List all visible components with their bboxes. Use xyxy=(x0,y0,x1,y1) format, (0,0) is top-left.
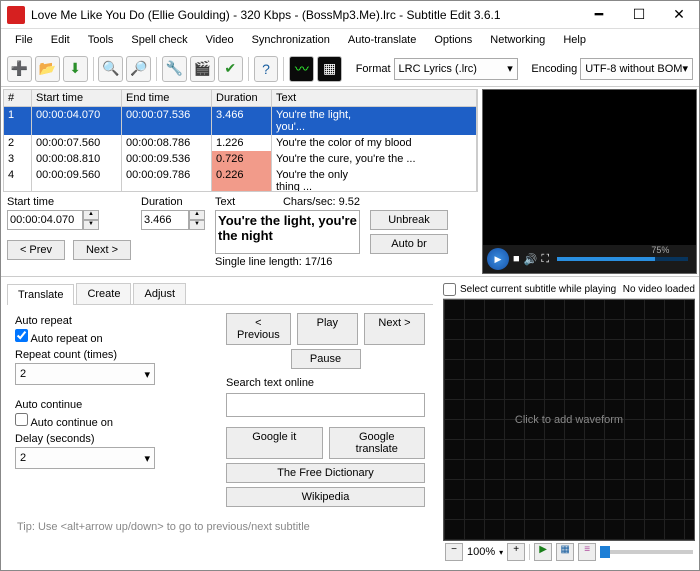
start-up[interactable]: ▲ xyxy=(83,210,99,220)
menu-autotranslate[interactable]: Auto-translate xyxy=(340,32,424,48)
search-input[interactable] xyxy=(226,393,425,417)
help-icon[interactable]: ? xyxy=(254,56,279,82)
auto-repeat-on[interactable]: Auto repeat on xyxy=(15,329,214,345)
subtitle-table-header: #Start timeEnd timeDurationText xyxy=(3,89,478,107)
play-icon[interactable]: ▶ xyxy=(487,248,509,270)
wave-grid-icon[interactable]: ▦ xyxy=(556,543,574,561)
replace-icon[interactable]: 🔎 xyxy=(126,56,151,82)
fullscreen-icon[interactable]: ⛶ xyxy=(541,253,549,266)
repeat-count-label: Repeat count (times) xyxy=(15,349,214,361)
chars-sec: Chars/sec: 9.52 xyxy=(283,196,360,208)
next-sub-button[interactable]: Next > xyxy=(364,313,425,345)
menu-video[interactable]: Video xyxy=(198,32,242,48)
pause-button[interactable]: Pause xyxy=(291,349,361,369)
table-row[interactable]: 300:00:08.81000:00:09.5360.726You're the… xyxy=(4,151,477,167)
repeat-count-combo[interactable]: 2▾ xyxy=(15,363,155,385)
menu-bar: File Edit Tools Spell check Video Synchr… xyxy=(1,29,699,51)
tab-create[interactable]: Create xyxy=(76,283,131,304)
waveform-area[interactable]: Click to add waveform xyxy=(443,299,695,541)
encoding-label: Encoding xyxy=(531,63,577,75)
text-label: Text xyxy=(215,196,235,208)
delay-label: Delay (seconds) xyxy=(15,433,214,445)
spectrogram-icon[interactable]: ▦ xyxy=(317,56,342,82)
video-progress[interactable]: 75% xyxy=(557,257,688,261)
search-online-label: Search text online xyxy=(226,377,425,389)
free-dictionary-button[interactable]: The Free Dictionary xyxy=(226,463,425,483)
video-preview[interactable]: ▶ ■ 🔊 ⛶ 75% xyxy=(482,89,697,274)
prev-sub-button[interactable]: < Previous xyxy=(226,313,291,345)
app-icon xyxy=(7,6,25,24)
no-video-label: No video loaded xyxy=(623,284,695,295)
menu-networking[interactable]: Networking xyxy=(482,32,553,48)
spellcheck-icon[interactable]: ✔ xyxy=(218,56,243,82)
maximize-button[interactable]: ☐ xyxy=(619,1,659,29)
wave-mode-icon[interactable]: ≡ xyxy=(578,543,596,561)
zoom-in-icon[interactable]: + xyxy=(507,543,525,561)
menu-spellcheck[interactable]: Spell check xyxy=(123,32,195,48)
table-row[interactable]: 400:00:09.56000:00:09.7860.226You're the… xyxy=(4,167,477,192)
save-icon[interactable]: ⬇ xyxy=(63,56,88,82)
open-icon[interactable]: 📂 xyxy=(35,56,60,82)
auto-continue-on[interactable]: Auto continue on xyxy=(15,413,214,429)
unbreak-button[interactable]: Unbreak xyxy=(370,210,448,230)
fix-icon[interactable]: 🔧 xyxy=(162,56,187,82)
menu-help[interactable]: Help xyxy=(555,32,594,48)
tip-text: Tip: Use <alt+arrow up/down> to go to pr… xyxy=(7,515,433,539)
encoding-combo[interactable]: UTF-8 without BOM▾ xyxy=(580,58,693,80)
dur-up[interactable]: ▲ xyxy=(189,210,205,220)
window-title: Love Me Like You Do (Ellie Goulding) - 3… xyxy=(31,8,579,22)
play-button[interactable]: Play xyxy=(297,313,358,345)
tab-adjust[interactable]: Adjust xyxy=(133,283,186,304)
single-line-length: Single line length: 17/16 xyxy=(215,256,360,268)
select-current-checkbox[interactable] xyxy=(443,283,456,296)
stop-icon[interactable]: ■ xyxy=(513,253,520,265)
menu-edit[interactable]: Edit xyxy=(43,32,78,48)
subtitle-table[interactable]: 100:00:04.07000:00:07.5363.466You're the… xyxy=(3,107,478,192)
autobr-button[interactable]: Auto br xyxy=(370,234,448,254)
video-icon[interactable]: 🎬 xyxy=(190,56,215,82)
google-it-button[interactable]: Google it xyxy=(226,427,323,459)
wikipedia-button[interactable]: Wikipedia xyxy=(226,487,425,507)
volume-icon[interactable]: 🔊 xyxy=(524,253,538,266)
minimize-button[interactable]: ━ xyxy=(579,1,619,29)
menu-options[interactable]: Options xyxy=(426,32,480,48)
toolbar: ➕ 📂 ⬇ 🔍 🔎 🔧 🎬 ✔ ? 〰 ▦ Format LRC Lyrics … xyxy=(1,51,699,87)
menu-file[interactable]: File xyxy=(7,32,41,48)
select-current-label: Select current subtitle while playing xyxy=(460,284,619,295)
close-button[interactable]: ✕ xyxy=(659,1,699,29)
tab-translate[interactable]: Translate xyxy=(7,284,74,305)
waveform-icon[interactable]: 〰 xyxy=(289,56,314,82)
google-translate-button[interactable]: Google translate xyxy=(329,427,426,459)
find-icon[interactable]: 🔍 xyxy=(98,56,123,82)
next-button[interactable]: Next > xyxy=(73,240,131,260)
zoom-value: 100% xyxy=(467,546,495,558)
new-icon[interactable]: ➕ xyxy=(7,56,32,82)
menu-tools[interactable]: Tools xyxy=(80,32,122,48)
text-input[interactable]: You're the light, you're the night xyxy=(215,210,360,254)
auto-continue-heading: Auto continue xyxy=(15,399,214,411)
start-time-input[interactable] xyxy=(7,210,83,230)
format-combo[interactable]: LRC Lyrics (.lrc)▾ xyxy=(394,58,518,80)
dur-down[interactable]: ▼ xyxy=(189,220,205,230)
auto-repeat-heading: Auto repeat xyxy=(15,315,214,327)
prev-button[interactable]: < Prev xyxy=(7,240,65,260)
start-down[interactable]: ▼ xyxy=(83,220,99,230)
duration-label: Duration xyxy=(141,196,205,208)
table-row[interactable]: 100:00:04.07000:00:07.5363.466You're the… xyxy=(4,107,477,135)
position-slider[interactable] xyxy=(600,550,693,554)
zoom-out-icon[interactable]: − xyxy=(445,543,463,561)
delay-combo[interactable]: 2▾ xyxy=(15,447,155,469)
format-label: Format xyxy=(356,63,391,75)
table-row[interactable]: 200:00:07.56000:00:08.7861.226You're the… xyxy=(4,135,477,151)
menu-sync[interactable]: Synchronization xyxy=(244,32,338,48)
wave-play-icon[interactable]: ▶ xyxy=(534,543,552,561)
start-time-label: Start time xyxy=(7,196,131,208)
duration-input[interactable] xyxy=(141,210,189,230)
